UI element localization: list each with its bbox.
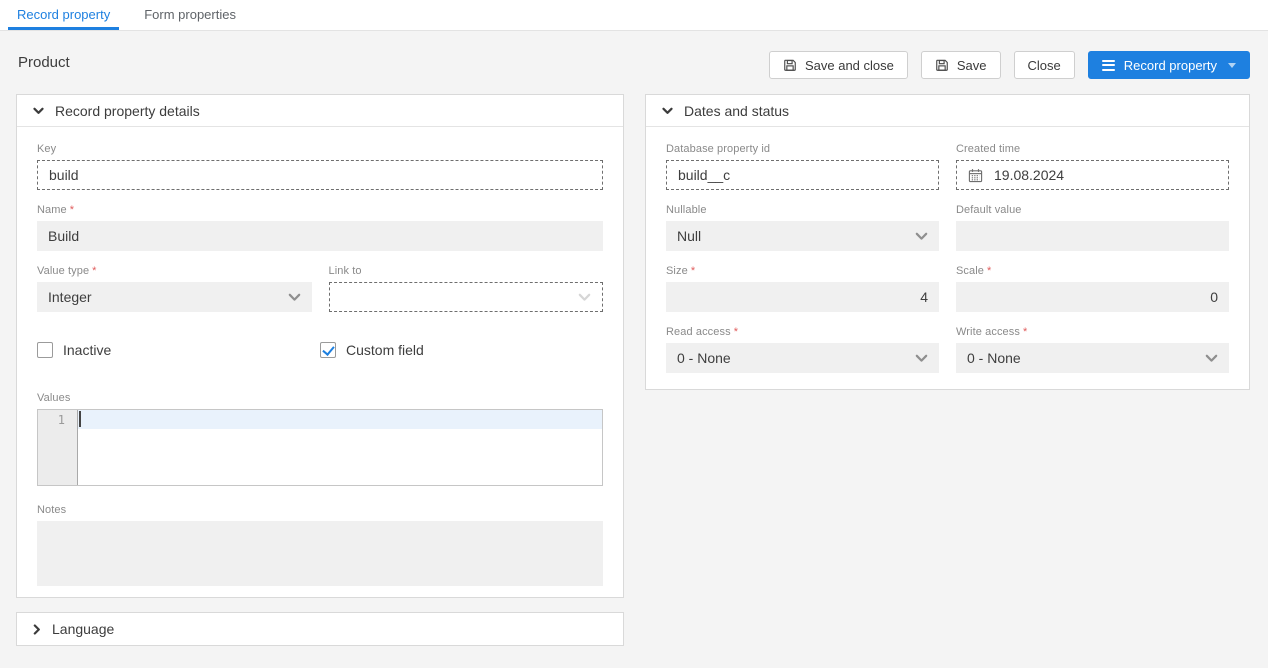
- chevron-down-icon: [33, 107, 44, 115]
- tab-form-properties[interactable]: Form properties: [127, 0, 253, 30]
- size-label: Size*: [666, 265, 939, 277]
- chevron-down-icon: [1228, 63, 1236, 68]
- read-access-label: Read access*: [666, 326, 939, 338]
- record-property-details-card: Record property details Key build Name* …: [16, 94, 624, 598]
- created-time-input[interactable]: 19.08.2024: [956, 160, 1229, 190]
- values-code-editor[interactable]: 1: [37, 409, 603, 486]
- save-icon: [783, 58, 797, 72]
- save-button[interactable]: Save: [921, 51, 1001, 79]
- custom-field-checkbox-label: Custom field: [346, 342, 424, 358]
- record-property-menu-button[interactable]: Record property: [1088, 51, 1250, 79]
- inactive-checkbox[interactable]: Inactive: [37, 342, 111, 358]
- line-number: 1: [38, 411, 65, 429]
- read-access-select[interactable]: 0 - None: [666, 343, 939, 373]
- write-access-select[interactable]: 0 - None: [956, 343, 1229, 373]
- value-type-select[interactable]: Integer: [37, 282, 312, 312]
- notes-textarea[interactable]: [37, 521, 603, 586]
- language-card: Language: [16, 612, 624, 646]
- inactive-checkbox-label: Inactive: [63, 342, 111, 358]
- page-title: Product: [18, 54, 70, 71]
- save-label: Save: [957, 58, 987, 73]
- custom-field-checkbox[interactable]: Custom field: [320, 342, 424, 358]
- chevron-down-icon: [1205, 354, 1218, 363]
- nullable-label: Nullable: [666, 204, 939, 216]
- link-to-label: Link to: [329, 265, 604, 277]
- close-label: Close: [1028, 58, 1061, 73]
- save-icon: [935, 58, 949, 72]
- notes-label: Notes: [37, 504, 603, 516]
- section-title: Record property details: [55, 103, 200, 119]
- code-area[interactable]: [78, 410, 602, 485]
- key-input[interactable]: build: [37, 160, 603, 190]
- active-line: [78, 410, 602, 429]
- database-property-id-input[interactable]: build__c: [666, 160, 939, 190]
- database-property-id-label: Database property id: [666, 143, 939, 155]
- close-button[interactable]: Close: [1014, 51, 1075, 79]
- scale-label: Scale*: [956, 265, 1229, 277]
- name-input[interactable]: Build: [37, 221, 603, 251]
- line-number-gutter: 1: [38, 410, 78, 485]
- menu-icon: [1102, 60, 1115, 71]
- checkbox-icon: [37, 342, 53, 358]
- language-header[interactable]: Language: [17, 613, 623, 645]
- tab-bar: Record property Form properties: [0, 0, 1268, 31]
- action-bar: Save and close Save Close Record propert…: [769, 51, 1250, 79]
- chevron-down-icon: [915, 232, 928, 241]
- size-input[interactable]: 4: [666, 282, 939, 312]
- link-to-select[interactable]: [329, 282, 604, 312]
- section-title: Language: [52, 621, 114, 637]
- name-label: Name*: [37, 204, 603, 216]
- default-value-label: Default value: [956, 204, 1229, 216]
- key-label: Key: [37, 143, 603, 155]
- chevron-down-icon: [288, 293, 301, 302]
- chevron-down-icon: [578, 293, 591, 302]
- record-property-details-header[interactable]: Record property details: [17, 95, 623, 127]
- nullable-select[interactable]: Null: [666, 221, 939, 251]
- checkbox-checked-icon: [320, 342, 336, 358]
- calendar-icon: [968, 168, 983, 183]
- save-and-close-button[interactable]: Save and close: [769, 51, 908, 79]
- write-access-label: Write access*: [956, 326, 1229, 338]
- scale-input[interactable]: 0: [956, 282, 1229, 312]
- value-type-label: Value type*: [37, 265, 312, 277]
- dates-and-status-card: Dates and status Database property id bu…: [645, 94, 1250, 390]
- default-value-input[interactable]: [956, 221, 1229, 251]
- text-caret: [79, 411, 81, 427]
- record-property-menu-label: Record property: [1124, 58, 1217, 73]
- save-and-close-label: Save and close: [805, 58, 894, 73]
- created-time-label: Created time: [956, 143, 1229, 155]
- chevron-right-icon: [33, 624, 41, 635]
- dates-and-status-header[interactable]: Dates and status: [646, 95, 1249, 127]
- values-label: Values: [37, 392, 603, 404]
- chevron-down-icon: [915, 354, 928, 363]
- tab-record-property[interactable]: Record property: [0, 0, 127, 30]
- section-title: Dates and status: [684, 103, 789, 119]
- chevron-down-icon: [662, 107, 673, 115]
